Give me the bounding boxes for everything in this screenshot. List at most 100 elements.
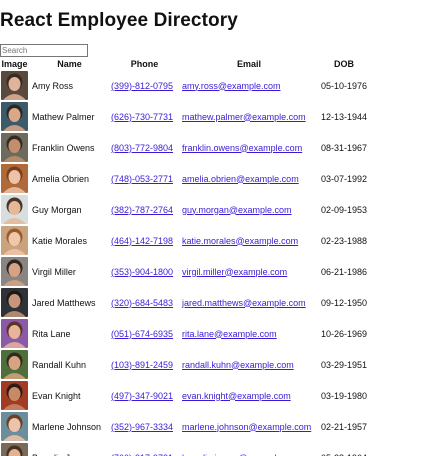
column-header-email[interactable]: Email — [181, 59, 317, 69]
email-cell: evan.knight@example.com — [181, 381, 317, 410]
email-cell: amelia.obrien@example.com — [181, 164, 317, 193]
table-row: Marlene Johnson (352)-967-3334 marlene.joh… — [0, 412, 369, 441]
phone-cell: (320)-684-5483 — [110, 288, 179, 317]
avatar — [1, 443, 28, 456]
page-title: React Employee Directory — [0, 10, 238, 31]
email-cell: randall.kuhn@example.com — [181, 350, 317, 379]
phone-link[interactable]: (399)-812-0795 — [111, 81, 173, 91]
email-cell: virgil.miller@example.com — [181, 257, 317, 286]
image-cell — [0, 319, 29, 348]
email-link[interactable]: rita.lane@example.com — [182, 329, 277, 339]
email-link[interactable]: virgil.miller@example.com — [182, 267, 287, 277]
table-row: Jared Matthews (320)-684-5483 jared.matthe… — [0, 288, 369, 317]
employee-table: Image Name Phone Email DOB Amy Ross (399)… — [0, 57, 371, 456]
phone-link[interactable]: (051)-674-6935 — [111, 329, 173, 339]
avatar — [1, 195, 28, 224]
phone-link[interactable]: (626)-730-7731 — [111, 112, 173, 122]
column-header-name[interactable]: Name — [31, 59, 108, 69]
phone-link[interactable]: (382)-787-2764 — [111, 205, 173, 215]
dob-cell: 05-10-1976 — [320, 80, 368, 91]
email-cell: marlene.johnson@example.com — [181, 412, 317, 441]
image-cell — [0, 195, 29, 224]
avatar — [1, 319, 28, 348]
email-link[interactable]: randall.kuhn@example.com — [182, 360, 294, 370]
email-link[interactable]: amy.ross@example.com — [182, 81, 281, 91]
phone-cell: (464)-142-7198 — [110, 226, 179, 255]
dob-cell: 02-23-1988 — [320, 235, 368, 246]
dob-cell: 06-21-1986 — [320, 266, 368, 277]
employee-name: Katie Morales — [32, 235, 88, 246]
employee-name: Franklin Owens — [32, 142, 95, 153]
avatar — [1, 288, 28, 317]
column-header-phone[interactable]: Phone — [110, 59, 179, 69]
phone-cell: (497)-347-9021 — [110, 381, 179, 410]
phone-link[interactable]: (748)-053-2771 — [111, 174, 173, 184]
email-link[interactable]: amelia.obrien@example.com — [182, 174, 299, 184]
phone-link[interactable]: (352)-967-3334 — [111, 422, 173, 432]
image-cell — [0, 226, 29, 255]
dob-cell: 02-09-1953 — [320, 204, 368, 215]
email-link[interactable]: jared.matthews@example.com — [182, 298, 306, 308]
email-link[interactable]: marlene.johnson@example.com — [182, 422, 311, 432]
phone-link[interactable]: (353)-904-1800 — [111, 267, 173, 277]
email-link[interactable]: katie.morales@example.com — [182, 236, 298, 246]
email-link[interactable]: franklin.owens@example.com — [182, 143, 302, 153]
employee-name: Amy Ross — [32, 80, 74, 91]
email-cell: brandie.james@example.com — [181, 443, 317, 456]
image-cell — [0, 412, 29, 441]
app-root: React Employee Directory Image Name Phon… — [0, 0, 431, 456]
phone-cell: (803)-772-9804 — [110, 133, 179, 162]
image-cell — [0, 257, 29, 286]
dob-cell: 02-21-1957 — [320, 421, 368, 432]
phone-link[interactable]: (464)-142-7198 — [111, 236, 173, 246]
email-link[interactable]: brandie.james@example.com — [182, 453, 301, 456]
image-cell — [0, 102, 29, 131]
table-row: Guy Morgan (382)-787-2764 guy.morgan@examp… — [0, 195, 369, 224]
image-cell — [0, 71, 29, 100]
table-row: Brandie James(766)-317-9721 brandie.james… — [0, 443, 369, 456]
email-cell: jared.matthews@example.com — [181, 288, 317, 317]
employee-name: Marlene Johnson — [32, 421, 102, 432]
email-cell: guy.morgan@example.com — [181, 195, 317, 224]
employee-name: Virgil Miller — [32, 266, 76, 277]
table-row: Amy Ross (399)-812-0795 amy.ross@example.c… — [0, 71, 369, 100]
email-cell: amy.ross@example.com — [181, 71, 317, 100]
table-header-row: Image Name Phone Email DOB — [0, 59, 369, 69]
phone-link[interactable]: (803)-772-9804 — [111, 143, 173, 153]
image-cell — [0, 288, 29, 317]
avatar — [1, 164, 28, 193]
dob-cell: 09-12-1950 — [320, 297, 368, 308]
table-row: Virgil Miller (353)-904-1800 virgil.miller… — [0, 257, 369, 286]
phone-link[interactable]: (103)-891-2459 — [111, 360, 173, 370]
dob-cell: 05-28-1964 — [319, 443, 369, 456]
avatar — [1, 71, 28, 100]
phone-cell: (103)-891-2459 — [110, 350, 179, 379]
phone-link[interactable]: (497)-347-9021 — [111, 391, 173, 401]
phone-cell: (353)-904-1800 — [110, 257, 179, 286]
table-row: Randall Kuhn (103)-891-2459 randall.kuhn@e… — [0, 350, 369, 379]
avatar — [1, 133, 28, 162]
phone-link[interactable]: (320)-684-5483 — [111, 298, 173, 308]
employee-name: Randall Kuhn — [32, 359, 87, 370]
avatar — [1, 381, 28, 410]
email-link[interactable]: mathew.palmer@example.com — [182, 112, 306, 122]
phone-cell: (766)-317-9721 — [110, 443, 179, 456]
image-cell — [0, 350, 29, 379]
phone-link[interactable]: (766)-317-9721 — [111, 453, 173, 456]
search-input[interactable] — [0, 44, 88, 57]
employee-name: Rita Lane — [32, 328, 71, 339]
dob-cell: 08-31-1967 — [320, 142, 368, 153]
phone-cell: (626)-730-7731 — [110, 102, 179, 131]
email-link[interactable]: evan.knight@example.com — [182, 391, 291, 401]
phone-cell: (382)-787-2764 — [110, 195, 179, 224]
phone-cell: (748)-053-2771 — [110, 164, 179, 193]
avatar — [1, 412, 28, 441]
email-link[interactable]: guy.morgan@example.com — [182, 205, 292, 215]
employee-name: Amelia Obrien — [32, 173, 90, 184]
column-header-image[interactable]: Image — [0, 59, 29, 69]
phone-cell: (399)-812-0795 — [110, 71, 179, 100]
phone-cell: (352)-967-3334 — [110, 412, 179, 441]
column-header-dob[interactable]: DOB — [319, 59, 369, 69]
employee-name: Mathew Palmer — [32, 111, 95, 122]
image-cell — [0, 133, 29, 162]
